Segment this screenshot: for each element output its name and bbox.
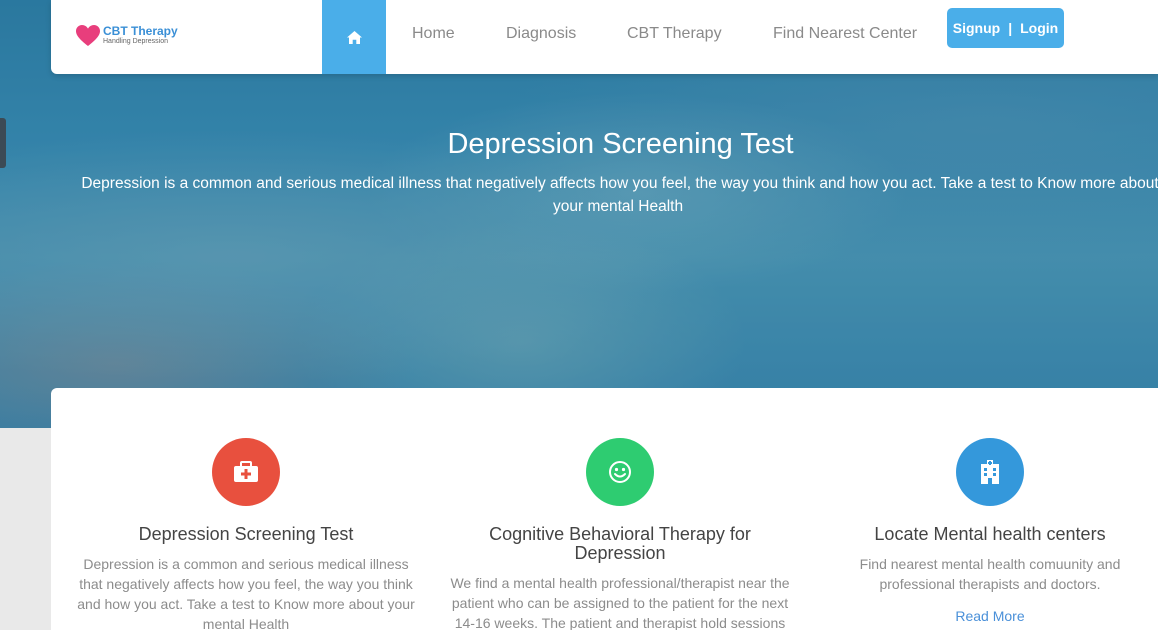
hero-text-line1: Depression is a common and serious medic…	[81, 175, 1158, 192]
heart-icon	[76, 25, 100, 46]
feature-cbt-title[interactable]: Cognitive Behavioral Therapy for Depress…	[445, 525, 795, 563]
feature-screening-text: Depression is a common and serious medic…	[77, 556, 415, 630]
medical-kit-icon	[234, 461, 258, 482]
home-icon	[346, 30, 362, 44]
features-panel: Depression Screening Test Depression is …	[51, 388, 1158, 630]
brand-name: CBT Therapy	[103, 24, 178, 38]
hospital-icon	[981, 460, 999, 484]
smiley-icon	[609, 461, 631, 483]
feature-cbt: Cognitive Behavioral Therapy for Depress…	[445, 438, 795, 630]
hero-description: Depression is a common and serious medic…	[60, 172, 1158, 218]
feature-screening-circle[interactable]	[212, 438, 280, 506]
nav-home-button[interactable]	[322, 0, 386, 74]
login-link[interactable]: Login	[1020, 20, 1058, 36]
navbar: CBT Therapy Handling Depression Home Dia…	[51, 0, 1158, 74]
feature-locate-text: Find nearest mental health comuunity and…	[859, 556, 1121, 592]
nav-diagnosis[interactable]: Diagnosis	[506, 25, 576, 43]
feature-cbt-circle[interactable]	[586, 438, 654, 506]
signup-link[interactable]: Signup	[953, 20, 1000, 36]
nav-find-center[interactable]: Find Nearest Center	[773, 25, 917, 43]
logo[interactable]: CBT Therapy Handling Depression	[75, 22, 185, 52]
read-more-link[interactable]: Read More	[815, 608, 1158, 624]
feature-locate-title[interactable]: Locate Mental health centers	[815, 525, 1158, 544]
auth-separator: |	[1008, 20, 1013, 36]
feature-screening-title[interactable]: Depression Screening Test	[71, 525, 421, 544]
brand-tagline: Handling Depression	[103, 38, 168, 45]
hero-text-line2: your mental Health	[553, 198, 684, 215]
nav-cbt-therapy[interactable]: CBT Therapy	[627, 25, 722, 43]
feature-locate: Locate Mental health centers Find neares…	[815, 438, 1158, 624]
feature-cbt-text: We find a mental health professional/the…	[450, 575, 790, 630]
feature-locate-circle[interactable]	[956, 438, 1024, 506]
signup-login-button[interactable]: Signup | Login	[947, 8, 1064, 48]
nav-home[interactable]: Home	[412, 25, 455, 43]
hero-title: Depression Screening Test	[447, 128, 794, 160]
feature-screening: Depression Screening Test Depression is …	[71, 438, 421, 630]
